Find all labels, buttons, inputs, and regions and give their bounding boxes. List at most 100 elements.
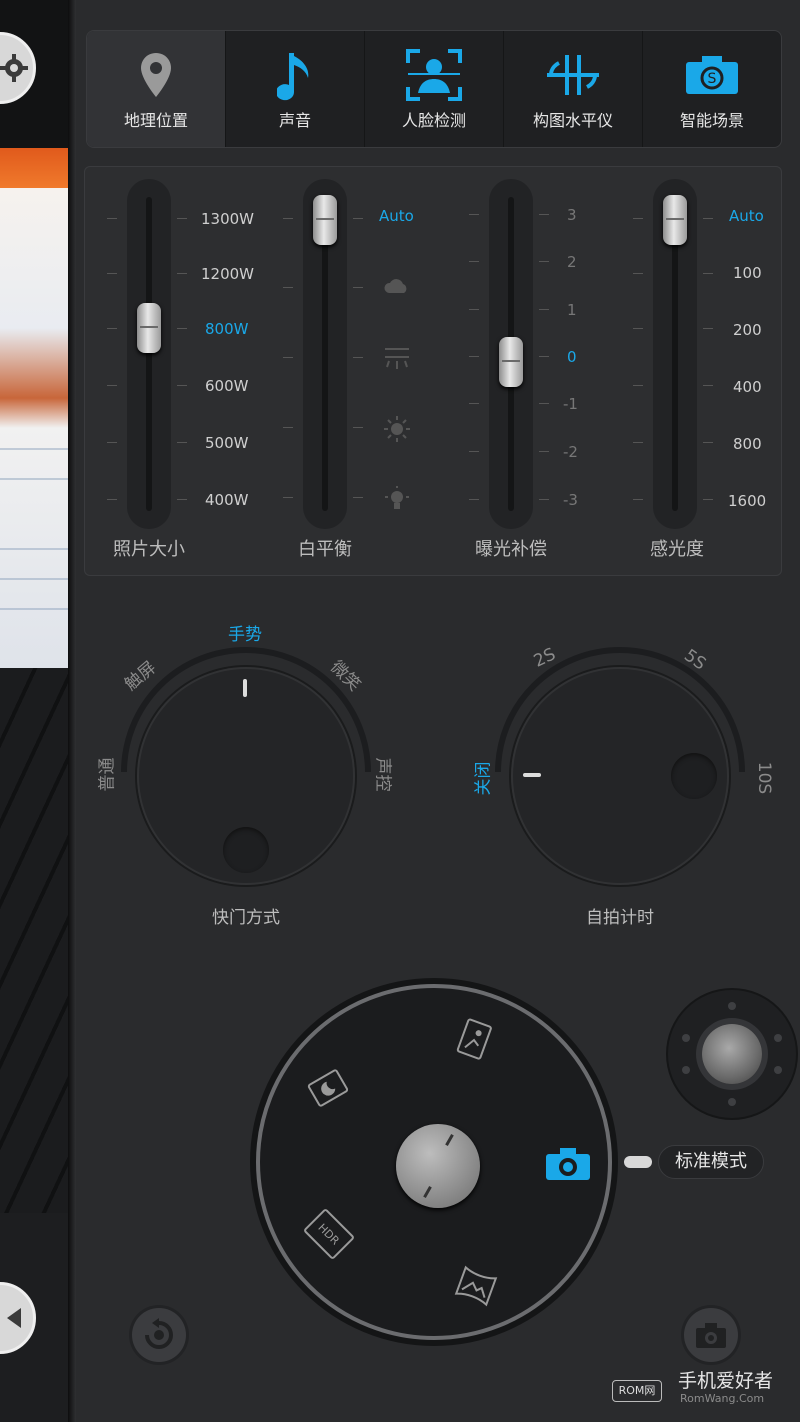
fluorescent-icon[interactable] (383, 345, 411, 371)
camera-mode-icon[interactable] (544, 1146, 592, 1182)
slider-tick (539, 499, 549, 500)
night-mode-icon[interactable] (306, 1066, 350, 1110)
iso-slider[interactable] (653, 179, 697, 529)
slider-tick (539, 451, 549, 452)
mode-indicator-pill (624, 1156, 652, 1168)
slider-tick (283, 287, 293, 288)
dial-grip (671, 753, 717, 799)
shutter-button-core[interactable] (702, 1024, 762, 1084)
slider-tick (177, 385, 187, 386)
slider-tick (703, 273, 713, 274)
exposure-level[interactable]: 2 (567, 253, 637, 271)
photo-size-level[interactable]: 400W (205, 491, 275, 509)
daylight-icon[interactable] (383, 415, 411, 443)
timer-dial-title: 自拍计时 (586, 908, 654, 928)
tab-location[interactable]: 地理位置 (87, 31, 226, 147)
hdr-mode-icon[interactable]: HDR (302, 1207, 356, 1261)
current-mode-label: 标准模式 (658, 1145, 764, 1179)
slider-tick (283, 427, 293, 428)
slider-tick (633, 328, 643, 329)
switch-camera-icon (696, 1323, 726, 1348)
photo-size-level[interactable]: 600W (205, 377, 275, 395)
landscape-mode-icon[interactable] (452, 1018, 496, 1062)
iso-level[interactable]: 200 (733, 321, 800, 339)
slider-knob[interactable] (499, 337, 523, 387)
slider-tick (633, 442, 643, 443)
white-balance-title: 白平衡 (298, 539, 352, 560)
exposure-level[interactable]: 3 (567, 206, 637, 224)
camera-preview-strip[interactable] (0, 0, 68, 1422)
tab-label: 声音 (278, 111, 311, 130)
self-timer-dial[interactable] (511, 667, 729, 885)
photo-size-slider[interactable] (127, 179, 171, 529)
shutter-option-normal[interactable]: 普通 (93, 758, 118, 792)
photo-size-level[interactable]: 500W (205, 434, 275, 452)
exposure-level[interactable]: -3 (563, 491, 633, 509)
slider-tick (107, 273, 117, 274)
slider-knob[interactable] (137, 303, 161, 353)
slider-tick (703, 499, 713, 500)
tab-face-detect[interactable]: 人脸检测 (365, 31, 504, 147)
slider-knob[interactable] (663, 195, 687, 245)
iso-level[interactable]: 1600 (728, 492, 798, 510)
dial-indicator (243, 679, 247, 697)
exposure-slider[interactable] (489, 179, 533, 529)
slider-tick (469, 261, 479, 262)
music-note-icon (277, 53, 309, 101)
mode-wheel[interactable]: HDR (256, 984, 612, 1340)
photo-size-level-selected[interactable]: 800W (205, 320, 275, 338)
iso-level[interactable]: 400 (733, 378, 800, 396)
slider-tick (107, 385, 117, 386)
timer-option-off[interactable]: 关闭 (469, 762, 494, 796)
white-balance-slider[interactable] (303, 179, 347, 529)
exposure-level-selected[interactable]: 0 (567, 348, 637, 366)
timer-option-10s[interactable]: 10S (754, 762, 774, 794)
mode-wheel-hub[interactable] (396, 1124, 480, 1208)
panel-divider (68, 0, 76, 1422)
slider-tick (353, 357, 363, 358)
shutter-option-voice[interactable]: 声控 (373, 758, 398, 792)
tab-smart-scene[interactable]: S 智能场景 (643, 31, 781, 147)
slider-tick (283, 357, 293, 358)
hdr-label: HDR (315, 1220, 343, 1248)
exposure-level[interactable]: -1 (563, 395, 633, 413)
slider-track (146, 197, 152, 511)
reset-button[interactable] (132, 1308, 186, 1362)
shutter-option-gesture[interactable]: 手势 (228, 620, 262, 645)
tab-sound[interactable]: 声音 (226, 31, 365, 147)
reset-icon (145, 1318, 173, 1349)
tab-level[interactable]: 构图水平仪 (504, 31, 643, 147)
slider-tick (177, 328, 187, 329)
exposure-level[interactable]: -2 (563, 443, 633, 461)
gear-icon (0, 54, 28, 82)
slider-tick (107, 218, 117, 219)
photo-size-title: 照片大小 (113, 539, 185, 560)
feature-tabs: 地理位置 声音 人脸检测 构图水平仪 S 智能场景 (86, 30, 782, 148)
settings-sliders-panel: 1300W 1200W 800W 600W 500W 400W 照片大小 Aut… (84, 166, 782, 576)
iso-level[interactable]: 800 (733, 435, 800, 453)
shutter-button[interactable] (668, 990, 796, 1118)
watermark-text: 手机爱好者 (678, 1370, 774, 1392)
iso-level[interactable]: 100 (733, 264, 800, 282)
slider-tick (469, 499, 479, 500)
slider-tick (353, 218, 363, 219)
cloudy-icon[interactable] (383, 277, 411, 295)
dial-indicator (523, 773, 541, 777)
exposure-level[interactable]: 1 (567, 301, 637, 319)
switch-camera-button[interactable] (684, 1308, 738, 1362)
white-balance-auto[interactable]: Auto (379, 207, 449, 225)
photo-size-level[interactable]: 1200W (201, 265, 271, 283)
slider-tick (633, 499, 643, 500)
settings-button[interactable] (0, 32, 36, 104)
slider-tick (539, 261, 549, 262)
slider-knob[interactable] (313, 195, 337, 245)
preview-photo (0, 148, 68, 668)
incandescent-icon[interactable] (383, 485, 411, 513)
face-detect-icon (406, 49, 462, 101)
slider-tick (539, 356, 549, 357)
shutter-mode-dial[interactable] (137, 667, 355, 885)
shutter-dial-title: 快门方式 (212, 908, 280, 928)
panorama-mode-icon[interactable] (454, 1264, 498, 1308)
iso-level-selected[interactable]: Auto (729, 207, 799, 225)
photo-size-level[interactable]: 1300W (201, 210, 271, 228)
